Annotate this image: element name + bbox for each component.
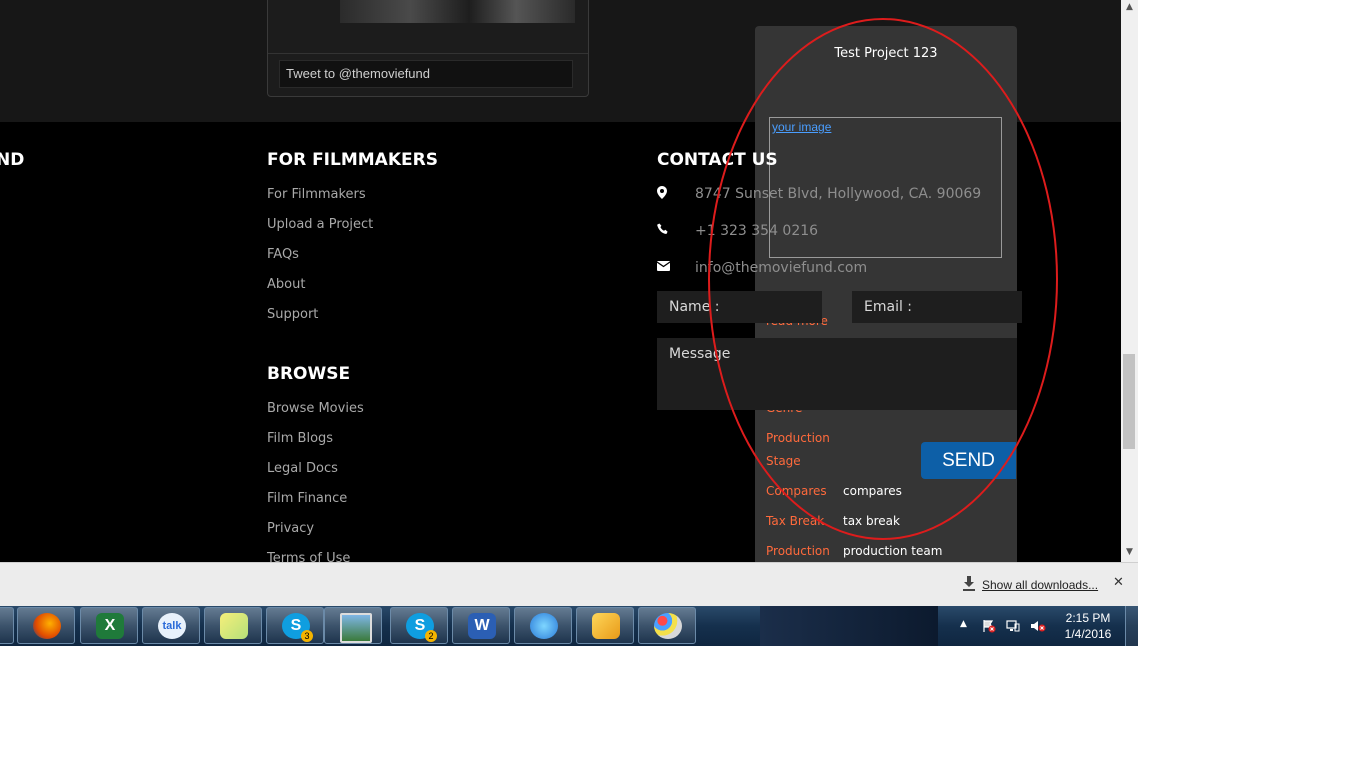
footer-link-faqs[interactable]: FAQs (267, 247, 299, 262)
contact-address: 8747 Sunset Blvd, Hollywood, CA. 90069 (657, 186, 981, 206)
scroll-thumb[interactable] (1123, 354, 1135, 449)
footer-link-legal-docs[interactable]: Legal Docs (267, 461, 338, 476)
taskbar-clock[interactable]: 2:15 PM 1/4/2016 (1058, 610, 1118, 642)
vertical-scrollbar[interactable]: ▲ ▼ (1121, 0, 1138, 562)
footer-link-terms[interactable]: Terms of Use (267, 551, 350, 562)
project-title: Test Project 123 (834, 46, 938, 61)
contact-phone: +1 323 354 0216 (657, 223, 977, 243)
taskbar-messenger[interactable] (514, 607, 572, 644)
taskbar-excel[interactable]: X (80, 607, 138, 644)
phone-text: +1 323 354 0216 (695, 223, 819, 239)
compares-value: compares (843, 484, 902, 498)
email-text[interactable]: info@themoviefund.com (695, 260, 867, 276)
email-field[interactable]: Email : (852, 291, 1022, 323)
footer-link-privacy[interactable]: Privacy (267, 521, 314, 536)
tax-break-value: tax break (843, 514, 900, 528)
message-field[interactable]: Message (657, 338, 1017, 410)
tweet-input[interactable]: Tweet to @themoviefund (279, 60, 573, 88)
footer-link-upload-project[interactable]: Upload a Project (267, 217, 373, 232)
taskbar-explorer[interactable] (0, 607, 14, 644)
photo-viewer-icon (340, 613, 372, 643)
notification-badge: 2 (425, 630, 437, 642)
footer-link-support[interactable]: Support (267, 307, 318, 322)
firefox-icon (33, 613, 61, 639)
tweet-image (340, 0, 575, 23)
scroll-down-icon[interactable]: ▼ (1124, 547, 1135, 557)
footer-link-film-blogs[interactable]: Film Blogs (267, 431, 333, 446)
footer-link-for-filmmakers[interactable]: For Filmmakers (267, 187, 366, 202)
envelope-icon (656, 260, 671, 274)
paint-icon (654, 613, 682, 639)
taskbar-word[interactable]: W (452, 607, 510, 644)
downloads-bar: Show all downloads... ✕ (0, 562, 1138, 607)
volume-muted-icon[interactable] (1030, 618, 1046, 632)
phone-icon (657, 223, 671, 238)
footer-heading-contact: CONTACT US (657, 150, 778, 170)
action-center-flag-icon[interactable] (982, 618, 996, 633)
contact-email: info@themoviefund.com (656, 260, 977, 280)
download-icon (963, 576, 975, 591)
windows-taskbar: X talk S 3 S 2 W ▲ 2:15 PM 1/4/2016 (0, 606, 1139, 646)
word-icon: W (468, 613, 496, 639)
google-talk-icon: talk (158, 613, 186, 639)
image-alt-text: your image (772, 120, 832, 134)
taskbar-skype-1[interactable]: S 3 (266, 607, 324, 644)
network-icon[interactable] (1006, 618, 1020, 632)
close-icon[interactable]: ✕ (1113, 575, 1124, 590)
production-stage-label-line1: Production (766, 431, 830, 445)
footer-link-browse-movies[interactable]: Browse Movies (267, 401, 364, 416)
messenger-icon (530, 613, 558, 639)
twitter-widget: Tweet to @themoviefund (267, 0, 589, 97)
show-hidden-icons-icon[interactable]: ▲ (960, 619, 967, 629)
notification-badge: 3 (301, 630, 313, 642)
production-stage-label-line2: Stage (766, 454, 801, 468)
footer-heading-browse: BROWSE (267, 364, 351, 384)
send-button[interactable]: SEND (921, 442, 1016, 479)
address-text: 8747 Sunset Blvd, Hollywood, CA. 90069 (695, 186, 982, 202)
footer-link-about[interactable]: About (267, 277, 305, 292)
sticky-notes-icon (220, 613, 248, 639)
taskbar-google-talk[interactable]: talk (142, 607, 200, 644)
clock-date: 1/4/2016 (1064, 627, 1112, 641)
outlook-icon (592, 613, 620, 639)
taskbar-photo-viewer[interactable] (324, 607, 382, 644)
scroll-up-icon[interactable]: ▲ (1124, 2, 1135, 12)
excel-icon: X (96, 613, 124, 639)
clock-time: 2:15 PM (1065, 611, 1111, 625)
tax-break-label: Tax Break (766, 514, 825, 528)
web-page-viewport: Tweet to @themoviefund ND FOR FILMMAKERS… (0, 0, 1121, 562)
compares-label: Compares (766, 484, 827, 498)
taskbar-firefox[interactable] (17, 607, 75, 644)
taskbar-paint[interactable] (638, 607, 696, 644)
footer-heading-filmmakers: FOR FILMMAKERS (267, 150, 438, 170)
show-all-downloads-link[interactable]: Show all downloads... (982, 578, 1098, 592)
taskbar-skype-2[interactable]: S 2 (390, 607, 448, 644)
production-team-label: Production (766, 544, 830, 558)
taskbar-sticky-notes[interactable] (204, 607, 262, 644)
name-field[interactable]: Name : (657, 291, 822, 323)
map-marker-icon (657, 186, 671, 202)
footer-heading-partial: ND (0, 150, 25, 170)
production-team-value: production team (843, 544, 943, 558)
divider (268, 53, 588, 54)
footer-link-film-finance[interactable]: Film Finance (267, 491, 347, 506)
show-desktop-button[interactable] (1125, 606, 1139, 646)
taskbar-outlook[interactable] (576, 607, 634, 644)
taskbar-empty-area (760, 606, 938, 646)
